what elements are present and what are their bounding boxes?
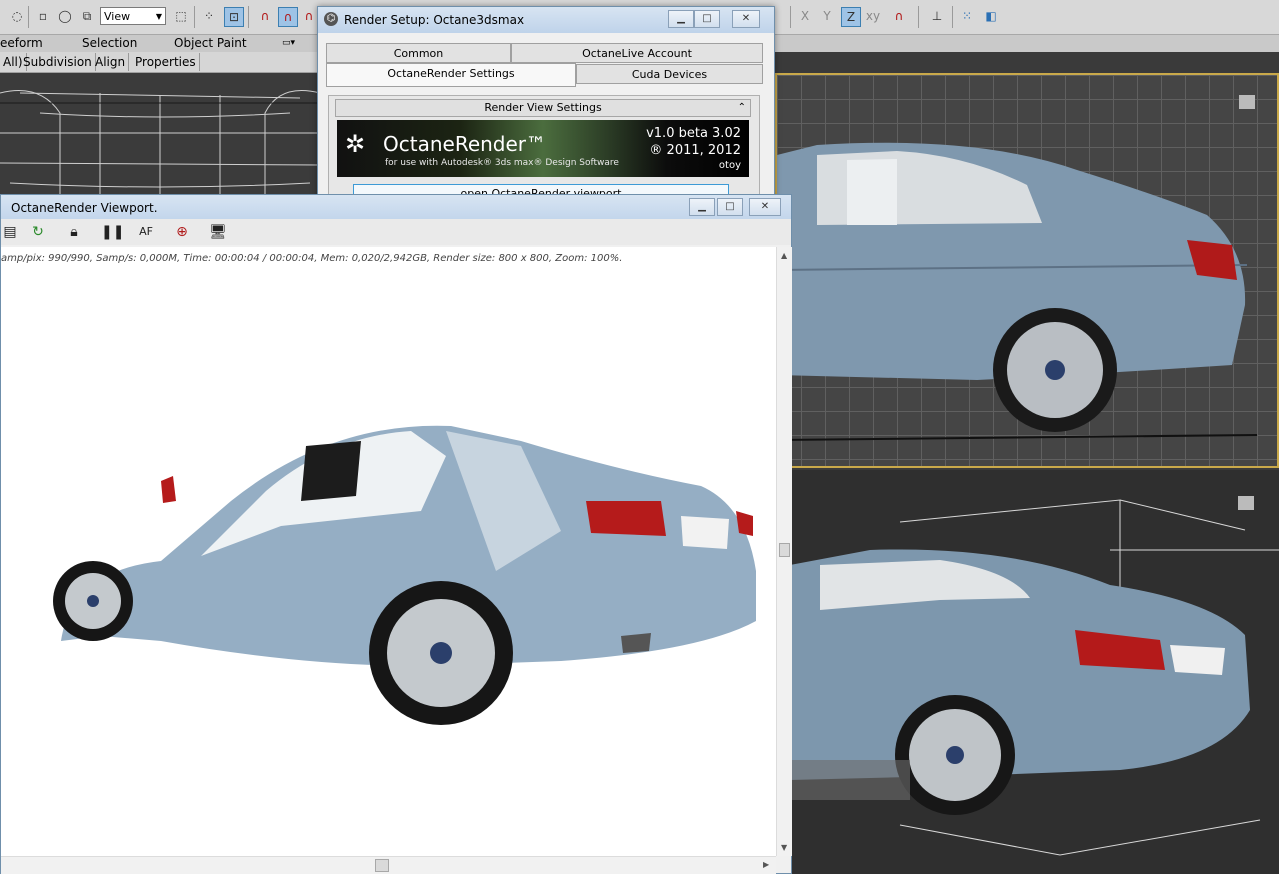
subtab-properties[interactable]: Properties <box>132 53 200 71</box>
lock-icon[interactable]: 🔒︎ <box>65 223 83 241</box>
schematic-icon[interactable]: ⁙ <box>958 7 976 25</box>
subtab-align[interactable]: Align <box>92 53 130 71</box>
vertical-scrollbar[interactable]: ▲ ▼ <box>776 247 792 856</box>
wireframe-car-top <box>0 90 320 195</box>
restrict-x-icon[interactable]: X <box>796 7 814 25</box>
ribbon-tab-freeform[interactable]: eeform <box>0 35 43 52</box>
restrict-y-icon[interactable]: Y <box>818 7 836 25</box>
rendered-car-image <box>53 425 756 725</box>
snap-toggle-icon[interactable]: ∩ <box>256 7 274 25</box>
restart-render-icon[interactable]: ↻ <box>29 223 47 241</box>
octane-viewport-title: OctaneRender Viewport. <box>11 201 158 215</box>
horizontal-scrollbar[interactable]: ▶ <box>1 856 776 874</box>
pause-icon[interactable]: ❚❚ <box>101 223 124 241</box>
car-perspective-view <box>790 496 1279 856</box>
circle-select-icon[interactable]: ◯ <box>56 7 74 25</box>
percent-snap-icon[interactable]: ∩ <box>300 7 318 25</box>
display-settings-icon[interactable]: 🖥︎ <box>209 223 227 241</box>
maximize-button[interactable]: □ <box>717 198 743 216</box>
banner-years: ® 2011, 2012 <box>649 143 741 158</box>
viewport-left[interactable] <box>775 73 1279 468</box>
focus-picker-icon[interactable]: ⊕ <box>173 223 191 241</box>
viewcube-icon <box>1239 95 1255 109</box>
pivot-icon[interactable]: ⬚ <box>172 7 190 25</box>
ribbon-tab-selection[interactable]: Selection <box>82 35 137 52</box>
select-manipulate-icon[interactable]: ⁘ <box>200 7 218 25</box>
render-setup-window: ⌬ Render Setup: Octane3dsmax ▁ □ ✕ Commo… <box>317 6 775 209</box>
render-setup-titlebar[interactable]: ⌬ Render Setup: Octane3dsmax ▁ □ ✕ <box>318 7 774 33</box>
ribbon-tab-object-paint[interactable]: Object Paint <box>174 35 247 52</box>
material-editor-icon[interactable]: ◧ <box>982 7 1000 25</box>
render-setup-title: Render Setup: Octane3dsmax <box>344 13 525 27</box>
close-button[interactable]: ✕ <box>732 10 760 28</box>
minimize-button[interactable]: ▁ <box>689 198 715 216</box>
small-square-icon[interactable]: ▫ <box>34 7 52 25</box>
toolbar-separator <box>790 6 791 28</box>
autofocus-icon[interactable]: AF <box>137 223 155 241</box>
render-canvas[interactable] <box>1 271 776 856</box>
rollout-title: Render View Settings <box>484 101 602 114</box>
toolbar-separator <box>28 6 29 28</box>
scroll-down-icon[interactable]: ▼ <box>781 843 787 852</box>
banner-subtitle: for use with Autodesk® 3ds max® Design S… <box>385 158 619 168</box>
scroll-right-icon[interactable]: ▶ <box>763 860 769 869</box>
tab-octanerender-settings[interactable]: OctaneRender Settings <box>326 63 576 87</box>
reference-coord-dropdown[interactable]: View ▼ <box>100 7 166 25</box>
toolbar-separator <box>194 6 195 28</box>
angle-snap-icon[interactable]: ∩ <box>278 7 298 27</box>
maximize-button[interactable]: □ <box>694 10 720 28</box>
tab-octanelive-account[interactable]: OctaneLive Account <box>511 43 763 63</box>
banner-version: v1.0 beta 3.02 <box>646 126 741 141</box>
toolbar-separator <box>918 6 919 28</box>
octane-viewport-titlebar[interactable]: OctaneRender Viewport. ▁ □ ✕ <box>1 195 791 219</box>
toolbar-separator <box>952 6 953 28</box>
reference-coord-icon[interactable]: ⧉ <box>78 7 96 25</box>
viewcube-icon <box>1238 496 1254 510</box>
3dsmax-app-icon: ⌬ <box>324 12 338 26</box>
close-button[interactable]: ✕ <box>749 198 781 216</box>
banner-brand: otoy <box>718 160 741 171</box>
octane-logo-icon: ✲ <box>345 130 366 158</box>
horizontal-scroll-thumb[interactable] <box>375 859 389 872</box>
view-select-value: View <box>104 10 131 23</box>
octane-banner: ✲ OctaneRender™ for use with Autodesk® 3… <box>337 120 749 177</box>
car-side-view <box>777 95 1258 441</box>
octane-viewport-window: OctaneRender Viewport. ▁ □ ✕ ▤ ↻ 🔒︎ ❚❚ A… <box>0 194 792 874</box>
render-status-bar: amp/pix: 990/990, Samp/s: 0,000M, Time: … <box>1 247 776 271</box>
collapse-icon[interactable]: ⌃ <box>738 100 746 116</box>
tab-common[interactable]: Common <box>326 43 511 63</box>
rollout-header[interactable]: Render View Settings ⌃ <box>335 99 751 117</box>
tab-cuda-devices[interactable]: Cuda Devices <box>576 64 763 84</box>
save-image-icon[interactable]: ▤ <box>1 223 19 241</box>
vertical-scroll-thumb[interactable] <box>779 543 790 557</box>
minimize-button[interactable]: ▁ <box>668 10 694 28</box>
restrict-z-icon[interactable]: Z <box>841 7 861 27</box>
toolbar-separator <box>248 6 249 28</box>
render-view-settings-rollout: Render View Settings ⌃ ✲ OctaneRender™ f… <box>328 95 760 209</box>
restrict-plane-icon[interactable]: xy <box>864 7 882 25</box>
ribbon-subtabs: All) Subdivision Align Properties <box>0 52 320 73</box>
lasso-icon[interactable]: ◌ <box>8 7 26 25</box>
banner-product: OctaneRender™ <box>383 132 547 156</box>
scene-explorer-icon[interactable]: ⊥ <box>928 7 946 25</box>
viewport-perspective[interactable] <box>790 470 1279 874</box>
chevron-down-icon: ▼ <box>155 12 162 21</box>
keyboard-shortcut-override-icon[interactable]: ⊡ <box>224 7 244 27</box>
subtab-subdivision[interactable]: Subdivision <box>20 53 96 71</box>
viewport-top[interactable] <box>0 73 320 195</box>
axis-constraint-snap-icon[interactable]: ∩ <box>890 7 908 25</box>
scroll-up-icon[interactable]: ▲ <box>781 251 787 260</box>
ribbon-options-icon[interactable]: ▭▾ <box>282 35 295 52</box>
octane-viewport-toolbar: ▤ ↻ 🔒︎ ❚❚ AF ⊕ 🖥︎ <box>1 219 791 245</box>
